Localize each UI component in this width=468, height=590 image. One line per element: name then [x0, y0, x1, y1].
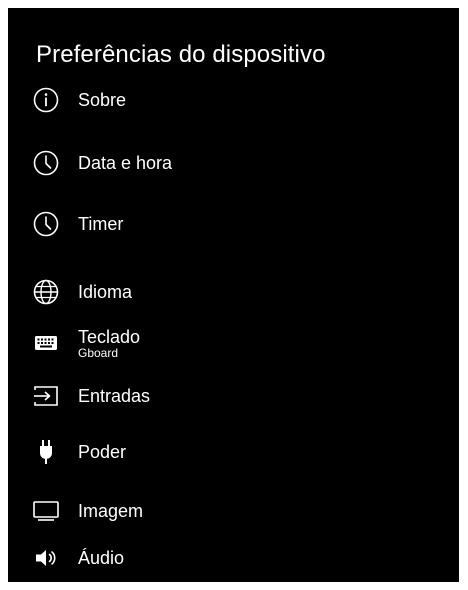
menu-item-label: Sobre [78, 90, 127, 110]
input-icon [32, 382, 60, 410]
page-title: Preferências do dispositivo [36, 41, 326, 68]
clock-icon [32, 149, 60, 177]
menu-item-label: Timer [78, 214, 124, 234]
menu-item-label: Idioma [78, 282, 133, 302]
menu-item-label: Imagem [78, 501, 144, 521]
globe-icon [32, 278, 60, 306]
menu-item-teclado[interactable]: Teclado Gboard [32, 323, 432, 363]
menu-item-imagem[interactable]: Imagem [32, 494, 432, 528]
keyboard-icon [32, 329, 60, 357]
menu-item-timer[interactable]: Timer [32, 207, 432, 241]
menu-item-entradas[interactable]: Entradas [32, 379, 432, 413]
menu-item-label: Entradas [78, 386, 151, 406]
menu-item-poder[interactable]: Poder [32, 435, 432, 469]
clock-icon [32, 210, 60, 238]
menu-item-label: Data e hora [78, 153, 173, 173]
device-preferences-panel: Preferências do dispositivo Sobre Data e… [8, 8, 459, 582]
menu-item-sublabel: Gboard [78, 345, 119, 360]
menu-item-audio[interactable]: Áudio [32, 541, 432, 575]
monitor-icon [32, 497, 60, 525]
menu-item-label: Teclado [78, 326, 141, 347]
menu-item-sobre[interactable]: Sobre [32, 83, 432, 117]
info-icon [32, 86, 60, 114]
power-plug-icon [32, 438, 60, 466]
speaker-icon [32, 544, 60, 572]
menu-item-text: Teclado Gboard [78, 327, 140, 360]
menu-item-data-e-hora[interactable]: Data e hora [32, 146, 432, 180]
menu-item-label: Áudio [78, 548, 125, 568]
menu-item-label: Poder [78, 442, 127, 462]
menu-item-idioma[interactable]: Idioma [32, 275, 432, 309]
